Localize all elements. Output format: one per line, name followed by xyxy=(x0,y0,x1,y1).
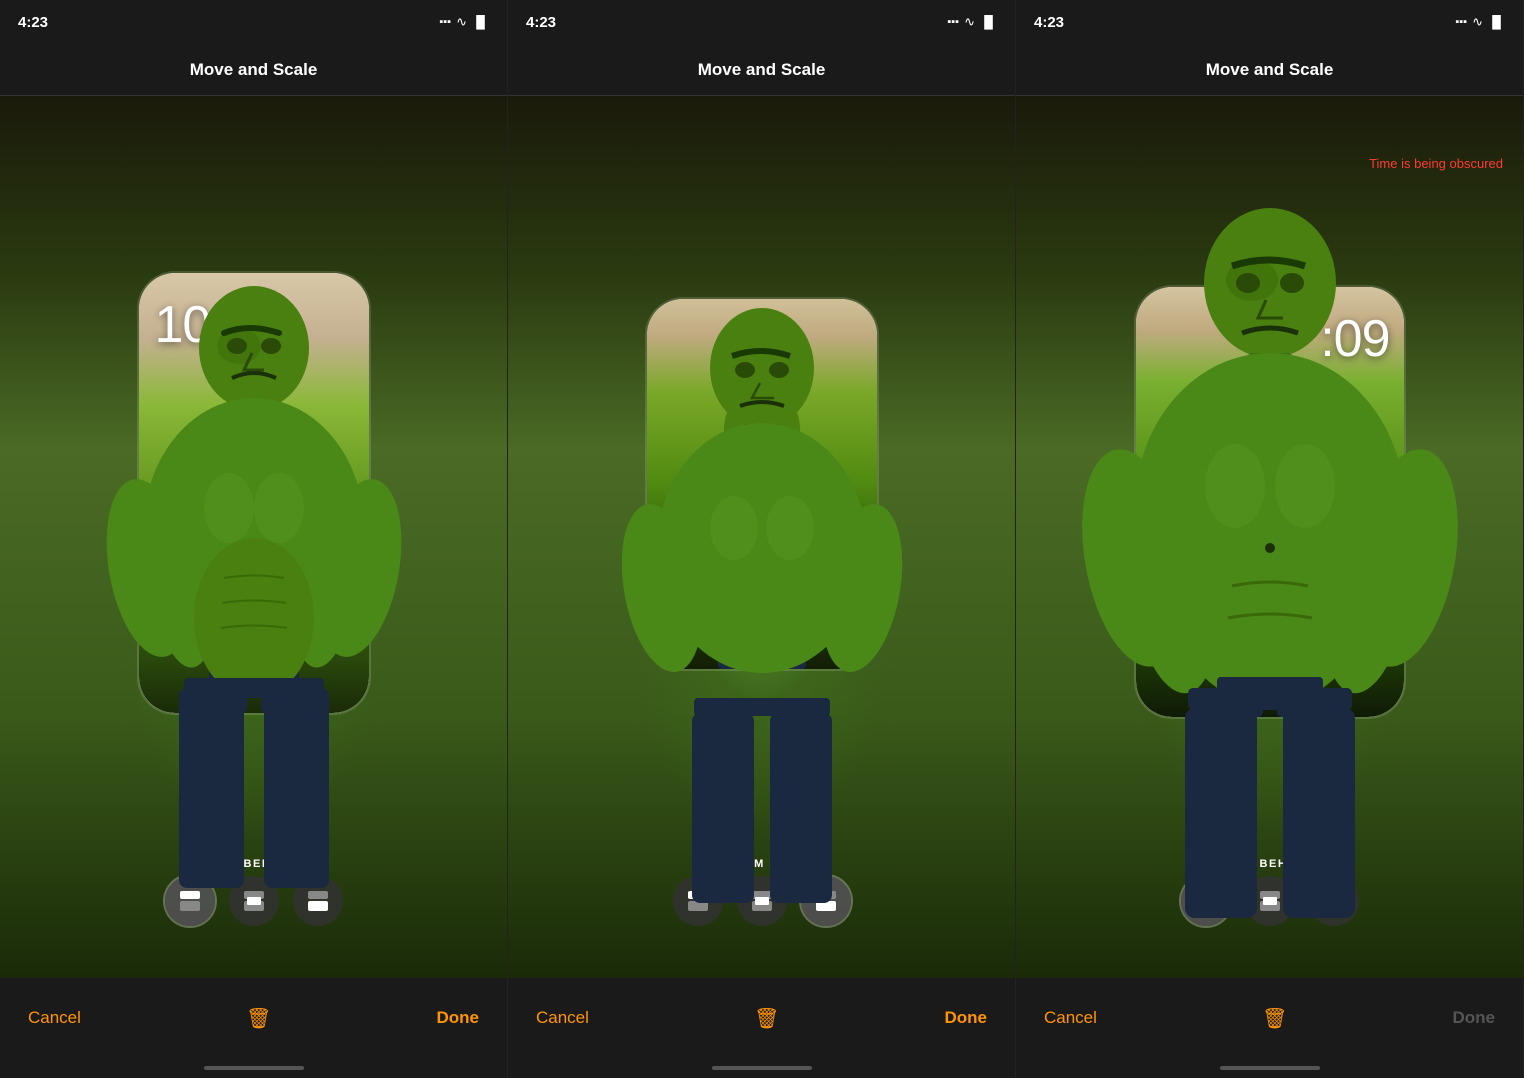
nav-title-2: Move and Scale xyxy=(698,60,826,80)
action-bar-1: Cancel 🗑 Done xyxy=(0,978,507,1058)
phone-panel-1: 4:23 ▪▪▪ ∿ ▐▌ Move and Scale xyxy=(0,0,508,1078)
nav-bar-2: Move and Scale xyxy=(508,44,1015,96)
nav-bar-3: Move and Scale xyxy=(1016,44,1523,96)
done-button-1[interactable]: Done xyxy=(437,1008,480,1028)
cancel-button-2[interactable]: Cancel xyxy=(536,1008,589,1028)
action-bar-3: Cancel 🗑 Done xyxy=(1016,978,1523,1058)
phone-panel-3: 4:23 ▪▪▪ ∿ ▐▌ Move and Scale xyxy=(1016,0,1524,1078)
content-area-1: 10:09 TOP BEHIND xyxy=(0,96,507,978)
status-time-2: 4:23 xyxy=(526,14,556,31)
cancel-button-3[interactable]: Cancel xyxy=(1044,1008,1097,1028)
done-button-3: Done xyxy=(1453,1008,1496,1028)
delete-button-3[interactable]: 🗑 xyxy=(1262,1006,1287,1031)
phone-panel-2: 4:23 ▪▪▪ ∿ ▐▌ Move and Scale xyxy=(508,0,1016,1078)
content-area-3: Time is being obscured xyxy=(1016,96,1523,978)
done-button-2[interactable]: Done xyxy=(945,1008,988,1028)
battery-icon-3: ▐▌ xyxy=(1488,15,1505,29)
home-indicator-3 xyxy=(1016,1058,1523,1078)
status-icons-3: ▪▪▪ ∿ ▐▌ xyxy=(1455,14,1505,30)
hulk-bg-3 xyxy=(1080,118,1460,918)
hulk-bg-2 xyxy=(612,228,912,908)
status-bar-2: 4:23 ▪▪▪ ∿ ▐▌ xyxy=(508,0,1015,44)
home-bar-2 xyxy=(712,1066,812,1070)
action-bar-2: Cancel 🗑 Done xyxy=(508,978,1015,1058)
battery-icon-2: ▐▌ xyxy=(980,15,997,29)
status-time-3: 4:23 xyxy=(1034,14,1064,31)
signal-icon-3: ▪▪▪ xyxy=(1455,16,1467,28)
nav-title-1: Move and Scale xyxy=(190,60,318,80)
status-icons-2: ▪▪▪ ∿ ▐▌ xyxy=(947,14,997,30)
status-bar-1: 4:23 ▪▪▪ ∿ ▐▌ xyxy=(0,0,507,44)
status-bar-3: 4:23 ▪▪▪ ∿ ▐▌ xyxy=(1016,0,1523,44)
hulk-bg-1 xyxy=(94,198,414,898)
battery-icon-1: ▐▌ xyxy=(472,15,489,29)
wifi-icon-2: ∿ xyxy=(964,14,975,30)
signal-icon-1: ▪▪▪ xyxy=(439,16,451,28)
delete-button-2[interactable]: 🗑 xyxy=(754,1006,779,1031)
status-icons-1: ▪▪▪ ∿ ▐▌ xyxy=(439,14,489,30)
home-indicator-2 xyxy=(508,1058,1015,1078)
home-bar-3 xyxy=(1220,1066,1320,1070)
home-indicator-1 xyxy=(0,1058,507,1078)
status-time-1: 4:23 xyxy=(18,14,48,31)
cancel-button-1[interactable]: Cancel xyxy=(28,1008,81,1028)
signal-icon-2: ▪▪▪ xyxy=(947,16,959,28)
home-bar-1 xyxy=(204,1066,304,1070)
wifi-icon-3: ∿ xyxy=(1472,14,1483,30)
nav-bar-1: Move and Scale xyxy=(0,44,507,96)
nav-title-3: Move and Scale xyxy=(1206,60,1334,80)
wifi-icon-1: ∿ xyxy=(456,14,467,30)
content-area-2: 10:09 BOTTOM FRONT xyxy=(508,96,1015,978)
delete-button-1[interactable]: 🗑 xyxy=(246,1006,271,1031)
